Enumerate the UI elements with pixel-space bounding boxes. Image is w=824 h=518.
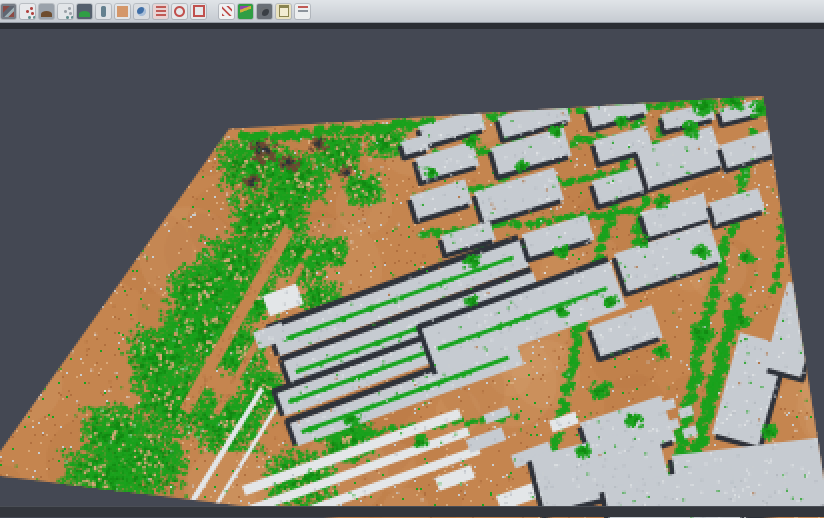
point-cloud-icon[interactable] [58, 4, 73, 19]
region-resize-icon[interactable] [191, 4, 206, 19]
classes-icon[interactable] [153, 4, 168, 19]
update-icon[interactable] [134, 4, 149, 19]
window-top-border [0, 23, 824, 29]
align-points-icon[interactable] [20, 4, 35, 19]
toolbar-separator [210, 2, 215, 20]
orthomosaic-icon[interactable] [115, 4, 130, 19]
terrain-model-icon[interactable] [39, 4, 54, 19]
dense-cloud-icon[interactable] [257, 4, 272, 19]
report-icon[interactable] [276, 4, 291, 19]
profile-icon[interactable] [96, 4, 111, 19]
dem-icon[interactable] [77, 4, 92, 19]
application-window: { "window": { "toolbar": { "separator_af… [0, 0, 824, 517]
region-circle-icon[interactable] [172, 4, 187, 19]
filter-icon[interactable] [219, 4, 234, 19]
project-icon[interactable] [1, 4, 16, 19]
point-cloud-3d-viewport[interactable] [0, 0, 824, 518]
window-bottom-border [0, 506, 824, 517]
toolbar [0, 0, 824, 23]
classification-colors-icon[interactable] [238, 4, 253, 19]
export-icon[interactable] [295, 4, 310, 19]
